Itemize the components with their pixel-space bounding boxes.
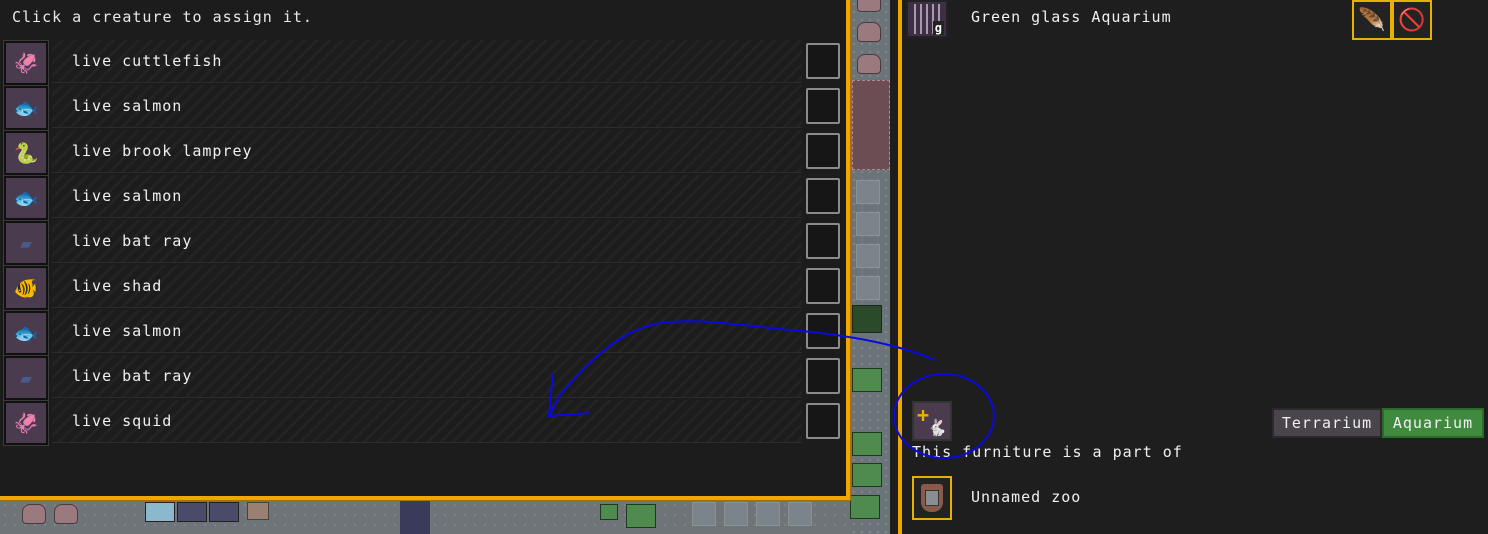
glass-block [145,502,175,522]
bat-ray-icon: ▰ [4,221,48,265]
terrarium-button[interactable]: Terrarium [1272,408,1382,438]
creature-row[interactable]: ▰ live bat ray [0,220,846,265]
assign-checkbox[interactable] [806,133,840,169]
creature-row[interactable]: 🐟 live salmon [0,310,846,355]
assign-checkbox[interactable] [806,43,840,79]
rabbit-icon: 🐇 [927,418,947,437]
green-glass-table [852,463,882,487]
game-map-bottom[interactable] [0,500,850,534]
aquarium-button[interactable]: Aquarium [1382,408,1484,438]
glass-tile [852,305,882,333]
cave-wall [852,80,890,170]
feather-icon: 🪶 [1358,7,1386,33]
creature-label: live salmon [72,97,183,115]
assign-checkbox[interactable] [806,223,840,259]
feather-button[interactable]: 🪶 [1352,0,1392,40]
material-letter: g [932,21,944,35]
creature-label: live shad [72,277,163,295]
creature-label: live squid [72,412,173,430]
creature-row[interactable]: 🐟 live salmon [0,85,846,130]
add-creature-button[interactable]: + 🐇 [912,401,952,441]
statue-tile [756,502,780,526]
creature-label: live salmon [72,187,183,205]
no-house-icon: 🚫 [1398,7,1426,33]
assign-checkbox[interactable] [806,268,840,304]
statue-tile [856,180,880,204]
furniture-title: Green glass Aquarium [971,8,1172,26]
squid-icon: 🦑 [4,401,48,445]
statue-tile [856,212,880,236]
green-glass-table [850,495,880,519]
green-glass-table [852,432,882,456]
part-of-label: This furniture is a part of [912,443,1183,461]
creature-row[interactable]: ▰ live bat ray [0,355,846,400]
creature-row[interactable]: 🐍 live brook lamprey [0,130,846,175]
assign-creature-panel: Click a creature to assign it. 🦑 live cu… [0,0,850,500]
green-glass-cabinet [852,368,882,392]
mug-icon [925,490,939,506]
aquarium-icon: g [906,0,948,38]
zoo-zone-button[interactable] [912,476,952,520]
creature-label: live bat ray [72,232,193,250]
creature-row[interactable]: 🐟 live salmon [0,175,846,220]
shad-icon: 🐠 [4,266,48,310]
no-house-button[interactable]: 🚫 [1392,0,1432,40]
assign-checkbox[interactable] [806,178,840,214]
zone-name: Unnamed zoo [971,488,1082,506]
bat-ray-icon: ▰ [4,356,48,400]
boulder [22,504,46,524]
salmon-icon: 🐟 [4,311,48,355]
assign-checkbox[interactable] [806,88,840,124]
statue-tile [856,244,880,268]
chest [247,502,269,520]
creature-label: live cuttlefish [72,52,223,70]
row-background [52,265,802,308]
salmon-icon: 🐟 [4,86,48,130]
assign-checkbox[interactable] [806,313,840,349]
boulder [857,54,881,74]
statue-tile [692,502,716,526]
assign-checkbox[interactable] [806,358,840,394]
boulder [857,0,881,12]
green-glass-table [626,504,656,528]
stone-block [177,502,207,522]
statue-tile [724,502,748,526]
green-glass-chair [600,504,618,520]
statue-tile [788,502,812,526]
creature-label: live bat ray [72,367,193,385]
stone-block [209,502,239,522]
panel-instruction: Click a creature to assign it. [12,8,313,26]
creature-label: live brook lamprey [72,142,253,160]
creature-label: live salmon [72,322,183,340]
boulder [54,504,78,524]
game-map-strip[interactable] [850,0,890,534]
zoo-shield-icon [921,484,943,512]
creature-row[interactable]: 🐠 live shad [0,265,846,310]
creature-row[interactable]: 🦑 live cuttlefish [0,40,846,85]
lamprey-icon: 🐍 [4,131,48,175]
cuttlefish-icon: 🦑 [4,41,48,85]
statue-tile [856,276,880,300]
boulder [857,22,881,42]
salmon-icon: 🐟 [4,176,48,220]
channel [400,500,430,534]
creature-row[interactable]: 🦑 live squid [0,400,846,445]
assign-checkbox[interactable] [806,403,840,439]
